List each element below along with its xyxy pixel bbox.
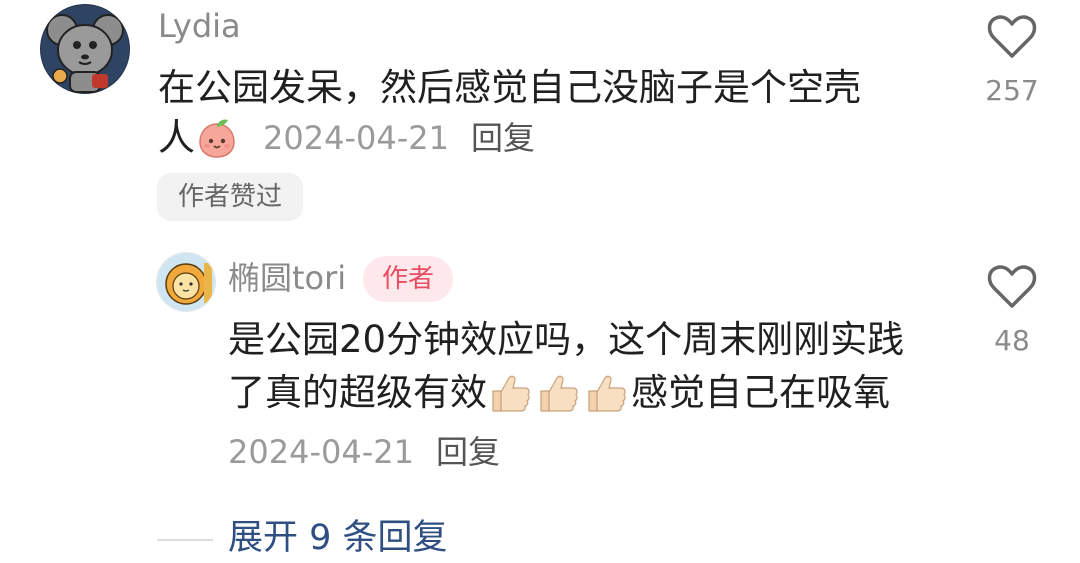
comment-username[interactable]: Lydia [158,6,241,46]
comment-reply-button[interactable]: 回复 [471,116,535,160]
comment-text-line-2: 人 2024-04-21 回复 [158,116,535,160]
comment-date: 2024-04-21 [263,119,449,157]
lion-avatar-image [157,253,215,311]
mouse-avatar-image [40,4,130,94]
author-tag-badge: 作者 [363,256,453,302]
reply-avatar[interactable] [156,252,216,312]
reply-meta-row: 2024-04-21 回复 [228,432,500,472]
expand-divider [157,539,213,541]
comment-like-count: 257 [985,74,1039,107]
thumbs-up-emoji-icon [487,371,535,415]
comment-like-button[interactable]: 257 [972,14,1052,108]
comment-text-tail: 人 [158,116,195,159]
reply-reply-button[interactable]: 回复 [436,433,500,471]
thumbs-up-emoji-icon [535,371,583,415]
reply-like-count: 48 [994,324,1030,357]
avatar[interactable] [40,4,130,94]
heart-icon[interactable] [987,14,1037,60]
reply-date: 2024-04-21 [228,433,414,471]
author-liked-badge: 作者赞过 [157,173,303,221]
reply-like-button[interactable]: 48 [972,264,1052,358]
reply-text-line-2: 了真的超级有效 感觉自己在吸氧 [228,371,890,415]
peach-face-emoji-icon [195,116,239,160]
reply-text-part-a: 了真的超级有效 [228,371,487,414]
heart-icon[interactable] [987,264,1037,310]
reply-text-part-b: 感觉自己在吸氧 [631,371,890,414]
reply-username[interactable]: 椭圆tori [228,258,346,298]
reply-text-line-1: 是公园20分钟效应吗，这个周末刚刚实践 [228,318,905,361]
comment-text-line-1: 在公园发呆，然后感觉自己没脑子是个空壳 [158,66,861,109]
expand-replies-button[interactable]: 展开 9 条回复 [228,517,448,559]
thumbs-up-emoji-icon [583,371,631,415]
